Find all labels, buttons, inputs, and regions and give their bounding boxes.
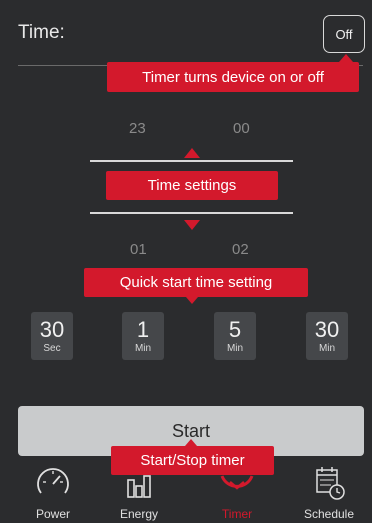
callout-timer-on-off: Timer turns device on or off bbox=[107, 54, 359, 92]
wheel-minute-next[interactable]: 02 bbox=[232, 241, 249, 258]
callout-start-stop: Start/Stop timer bbox=[111, 439, 274, 475]
gauge-icon bbox=[37, 468, 69, 494]
callout-start-stop-text: Start/Stop timer bbox=[140, 452, 245, 469]
quick-value: 5 bbox=[228, 317, 242, 342]
quick-1-min-button[interactable]: 1 Min bbox=[122, 312, 164, 360]
calendar-clock-icon bbox=[316, 467, 345, 500]
nav-item-schedule[interactable]: Schedule bbox=[289, 456, 369, 523]
wheel-hour-next[interactable]: 01 bbox=[130, 241, 147, 258]
callout-time-settings: Time settings bbox=[106, 171, 278, 200]
quick-unit: Sec bbox=[43, 343, 61, 354]
wheel-top-line bbox=[90, 160, 293, 162]
timer-off-toggle[interactable]: Off bbox=[323, 15, 365, 53]
nav-label-energy: Energy bbox=[119, 507, 159, 521]
callout-timer-on-off-text: Timer turns device on or off bbox=[142, 68, 324, 86]
page-title: Time: bbox=[18, 22, 65, 43]
wheel-minute-prev[interactable]: 00 bbox=[233, 120, 250, 137]
wheel-bottom-line bbox=[90, 212, 293, 214]
callout-quick-start: Quick start time setting bbox=[84, 268, 308, 304]
quick-30-sec-button[interactable]: 30 Sec bbox=[31, 312, 73, 360]
callout-arrow bbox=[186, 297, 198, 304]
callout-time-settings-text: Time settings bbox=[147, 177, 237, 194]
nav-label-schedule: Schedule bbox=[303, 507, 355, 521]
wheel-hour-prev[interactable]: 23 bbox=[129, 120, 146, 137]
quick-unit: Min bbox=[134, 343, 152, 354]
header: Time: Off bbox=[0, 0, 372, 64]
wheel-down-arrow bbox=[184, 220, 200, 230]
callout-arrow bbox=[185, 439, 197, 446]
nav-item-power[interactable]: Power bbox=[13, 456, 93, 523]
quick-value: 30 bbox=[39, 317, 65, 342]
callout-quick-start-text: Quick start time setting bbox=[119, 274, 273, 291]
quick-unit: Min bbox=[318, 343, 336, 354]
quick-unit: Min bbox=[226, 343, 244, 354]
callout-arrow bbox=[339, 54, 353, 62]
quick-5-min-button[interactable]: 5 Min bbox=[214, 312, 256, 360]
wheel-up-arrow bbox=[184, 148, 200, 158]
quick-value: 1 bbox=[136, 317, 150, 342]
nav-label-power: Power bbox=[35, 507, 70, 521]
nav-label-timer: Timer bbox=[221, 507, 253, 521]
quick-value: 30 bbox=[314, 317, 340, 342]
quick-30-min-button[interactable]: 30 Min bbox=[306, 312, 348, 360]
